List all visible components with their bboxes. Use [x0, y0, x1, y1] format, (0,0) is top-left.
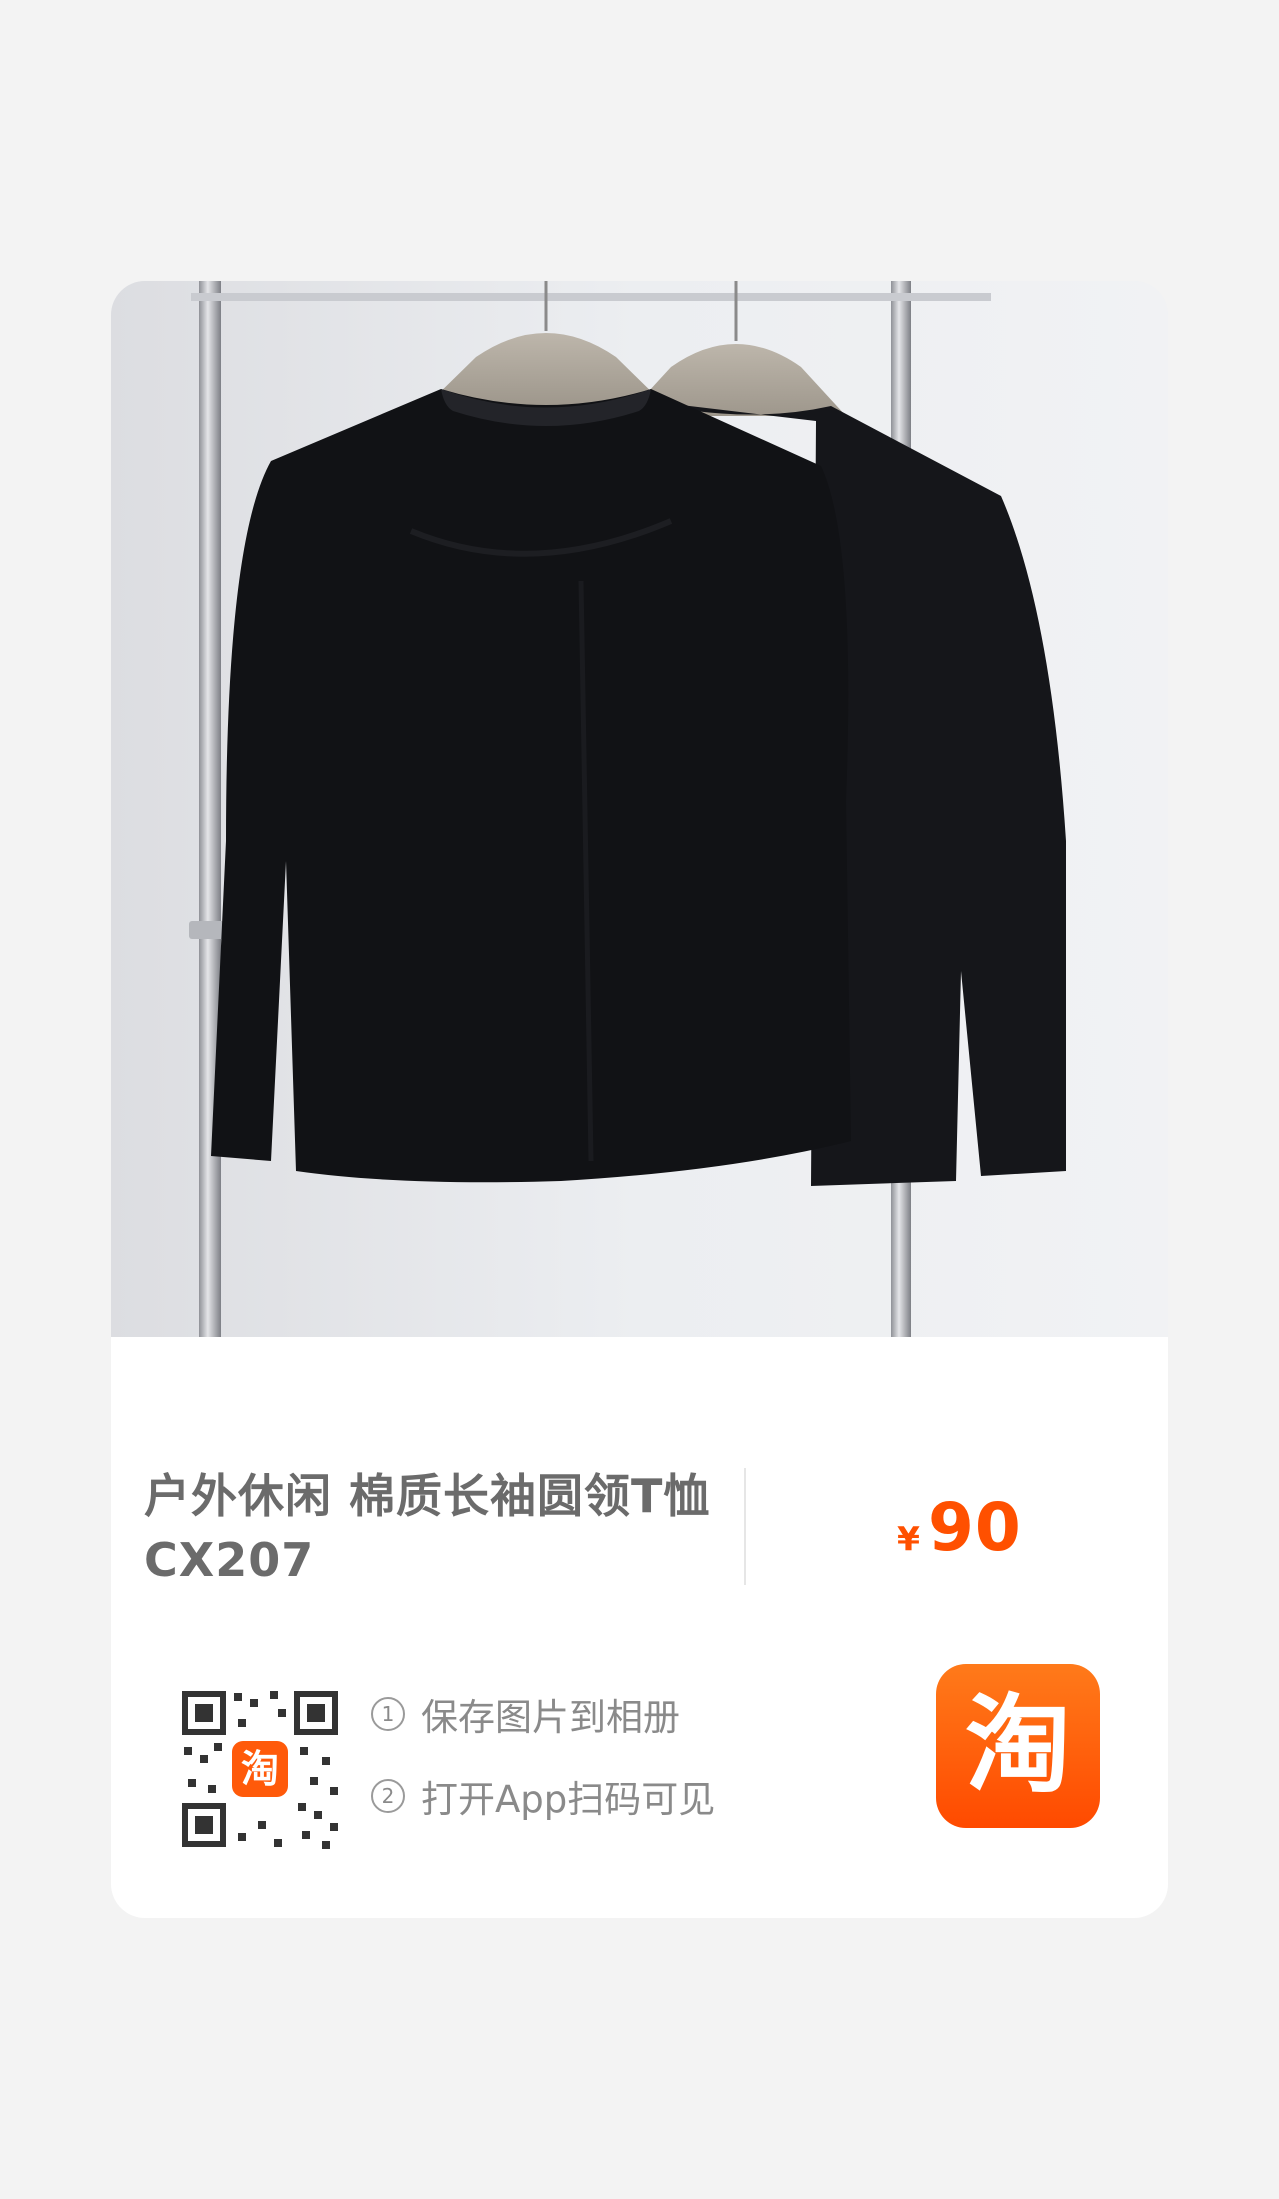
instruction-step: 1 保存图片到相册: [371, 1689, 715, 1739]
share-card: 户外休闲 棉质长袖圆领T恤 CX207 ¥ 90 淘 1 保存图片到相册 2 打…: [111, 281, 1168, 1918]
step-text: 打开App扫码可见: [421, 1778, 716, 1821]
instruction-step: 2 打开App扫码可见: [371, 1771, 715, 1821]
taobao-logo-icon: 淘: [936, 1664, 1100, 1828]
step-text: 保存图片到相册: [421, 1696, 680, 1739]
price-value: 90: [927, 1489, 1022, 1566]
step-number: 2: [371, 1779, 405, 1813]
product-photo: [111, 281, 1168, 1337]
qr-logo-text: 淘: [241, 1747, 279, 1791]
product-title: 户外休闲 棉质长袖圆领T恤 CX207: [144, 1464, 734, 1592]
product-title-line1: 户外休闲 棉质长袖圆领T恤: [144, 1469, 711, 1523]
price-currency: ¥: [897, 1519, 920, 1558]
product-title-line2: CX207: [144, 1533, 315, 1587]
qr-code-icon: 淘: [174, 1683, 346, 1855]
price: ¥ 90: [897, 1489, 1022, 1566]
product-image: [111, 281, 1168, 1337]
product-info: 户外休闲 棉质长袖圆领T恤 CX207 ¥ 90 淘 1 保存图片到相册 2 打…: [111, 1337, 1168, 1918]
divider: [744, 1468, 746, 1585]
step-number: 1: [371, 1697, 405, 1731]
taobao-logo-text: 淘: [965, 1684, 1071, 1807]
instructions: 1 保存图片到相册 2 打开App扫码可见: [371, 1689, 715, 1853]
